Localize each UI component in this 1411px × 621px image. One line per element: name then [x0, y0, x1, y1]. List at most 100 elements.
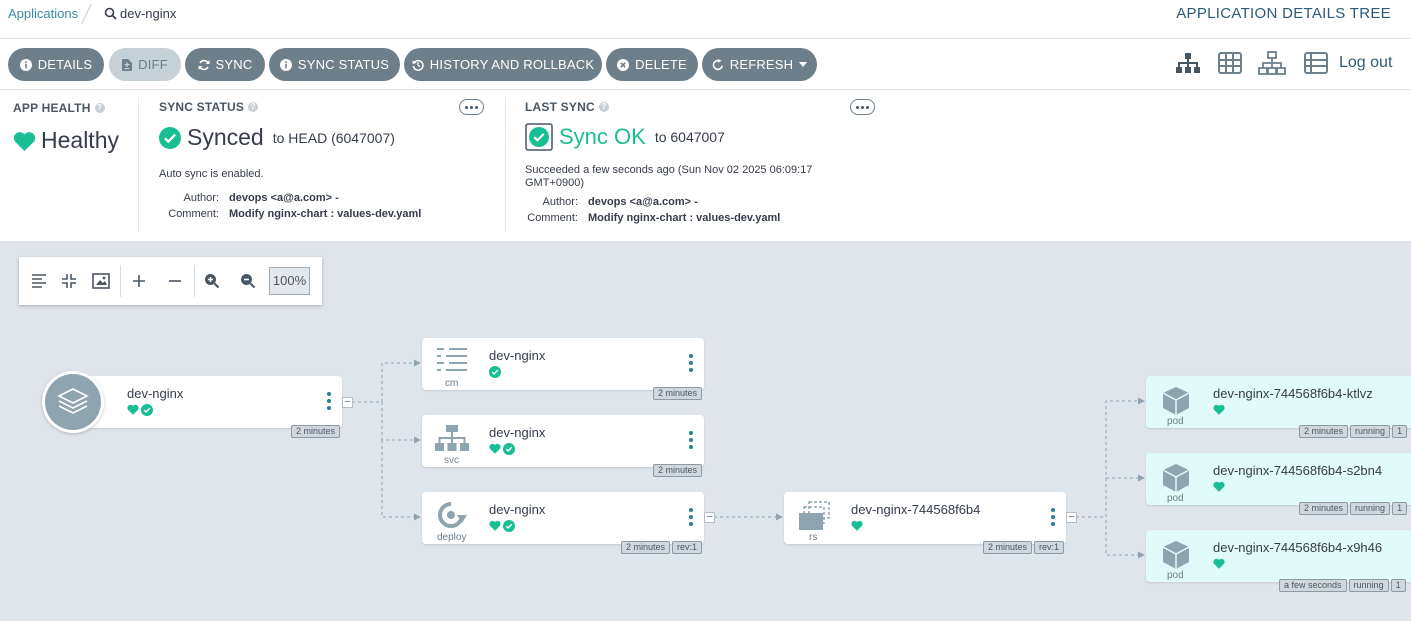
- logout-link[interactable]: Log out: [1339, 54, 1392, 72]
- collapse-icon[interactable]: [164, 270, 186, 292]
- help-icon[interactable]: ?: [248, 102, 259, 112]
- comment-value: Modify nginx-chart : values-dev.yaml: [588, 212, 781, 224]
- sync-status-button[interactable]: SYNC STATUS: [269, 48, 400, 81]
- node-status: [851, 520, 863, 531]
- node-menu-button[interactable]: [1051, 508, 1055, 526]
- check-circle-icon: [141, 404, 153, 416]
- search-icon: [104, 7, 117, 20]
- check-circle-icon: [503, 443, 515, 455]
- status-tag: running: [1350, 425, 1391, 438]
- node-menu-button[interactable]: [689, 508, 693, 526]
- info-icon: [279, 58, 292, 71]
- check-circle-icon: [489, 366, 501, 378]
- help-icon[interactable]: ?: [94, 103, 105, 113]
- list-view-icon[interactable]: [1302, 51, 1330, 77]
- history-rollback-button[interactable]: HISTORY AND ROLLBACK: [404, 48, 602, 81]
- node-tags: 2 minutes rev:1: [620, 541, 702, 554]
- last-sync-target: to 6047007: [654, 129, 725, 145]
- graph-toolbar: 100%: [19, 257, 322, 305]
- file-diff-icon: [122, 58, 133, 71]
- last-sync-value-row: Sync OK to 6047007: [525, 123, 725, 151]
- node-tags: 2 minutes running 1: [1299, 502, 1408, 515]
- node-kind: deploy: [437, 532, 467, 543]
- node-status: [1213, 481, 1225, 492]
- last-sync-more-button[interactable]: [850, 99, 875, 115]
- node-tags: 2 minutes: [290, 425, 340, 438]
- help-icon[interactable]: ?: [598, 102, 609, 112]
- breadcrumb-separator: [81, 3, 92, 25]
- node-kind: rs: [809, 532, 818, 543]
- last-sync-detail: Succeeded a few seconds ago (Sun Nov 02 …: [525, 164, 813, 189]
- zoom-level[interactable]: 100%: [269, 267, 310, 295]
- compress-icon[interactable]: [58, 270, 80, 292]
- revision-tag: rev:1: [671, 541, 702, 554]
- age-tag: 2 minutes: [620, 541, 670, 554]
- close-circle-icon: [617, 58, 630, 71]
- sync-icon: [198, 59, 210, 70]
- collapse-toggle[interactable]: –: [1066, 512, 1077, 523]
- sync-status-panel: SYNC STATUS ? Synced to HEAD (6047007) A…: [159, 90, 489, 241]
- network-view-icon[interactable]: [1258, 51, 1286, 77]
- node-kind: pod: [1167, 416, 1184, 427]
- delete-button[interactable]: DELETE: [606, 48, 698, 81]
- service-node[interactable]: svc dev-nginx 2 minutes: [422, 415, 704, 477]
- diff-button[interactable]: DIFF: [109, 48, 181, 81]
- app-health-label: APP HEALTH: [13, 101, 91, 115]
- breadcrumb-applications[interactable]: Applications: [8, 6, 78, 21]
- heart-icon: [13, 131, 36, 151]
- configmap-node[interactable]: cm dev-nginx 2 minutes: [422, 338, 704, 400]
- heart-icon: [489, 520, 501, 531]
- pods-view-icon[interactable]: [1216, 51, 1244, 77]
- collapse-toggle[interactable]: –: [342, 397, 353, 408]
- align-left-icon[interactable]: [28, 270, 50, 292]
- pod-node[interactable]: pod dev-nginx-744568f6b4-x9h46 a few sec…: [1146, 530, 1411, 592]
- sync-status-more-button[interactable]: [459, 99, 484, 115]
- replicaset-node[interactable]: rs dev-nginx-744568f6b4 2 minutes rev:1: [784, 492, 1066, 554]
- check-circle-icon: [159, 126, 181, 149]
- refresh-button[interactable]: REFRESH: [702, 48, 817, 81]
- node-kind: pod: [1167, 570, 1184, 581]
- breadcrumb-current-label: dev-nginx: [120, 6, 177, 21]
- node-kind: svc: [444, 455, 459, 466]
- breadcrumb-current: dev-nginx: [104, 6, 176, 21]
- app-health-panel: APP HEALTH ? Healthy: [13, 90, 138, 241]
- sync-status-target: to HEAD (6047007): [272, 129, 395, 146]
- app-node[interactable]: dev-nginx 2 minutes: [72, 376, 342, 438]
- last-sync-value: Sync OK: [559, 124, 646, 149]
- sync-status-value-row: Synced to HEAD (6047007): [159, 124, 395, 151]
- pod-node[interactable]: pod dev-nginx-744568f6b4-s2bn4 2 minutes…: [1146, 453, 1411, 515]
- age-tag: 2 minutes: [1299, 425, 1349, 438]
- count-tag: 1: [1390, 579, 1406, 592]
- zoom-in-icon[interactable]: [201, 270, 223, 292]
- node-tags: 2 minutes running 1: [1299, 425, 1408, 438]
- zoom-out-icon[interactable]: [237, 270, 259, 292]
- node-menu-button[interactable]: [689, 354, 693, 372]
- sync-status-comment-row: Comment: Modify nginx-chart : values-dev…: [139, 208, 421, 220]
- age-tag: 2 minutes: [652, 464, 702, 477]
- sync-status-label: SYNC STATUS: [297, 57, 390, 72]
- collapse-toggle[interactable]: –: [704, 512, 715, 523]
- details-button[interactable]: DETAILS: [8, 48, 104, 81]
- node-status: [1213, 404, 1225, 415]
- pod-node[interactable]: pod dev-nginx-744568f6b4-ktlvz 2 minutes…: [1146, 376, 1411, 438]
- node-tags: 2 minutes rev:1: [982, 541, 1064, 554]
- deployment-node[interactable]: deploy dev-nginx 2 minutes rev:1: [422, 492, 704, 554]
- last-sync-comment-row: Comment: Modify nginx-chart : values-dev…: [498, 212, 780, 224]
- check-square-icon: [525, 123, 553, 151]
- node-status: [489, 366, 501, 378]
- node-menu-button[interactable]: [689, 431, 693, 449]
- heart-icon: [489, 443, 501, 454]
- heart-icon: [1213, 558, 1225, 569]
- sync-status-panel-label: SYNC STATUS: [159, 100, 245, 114]
- app-node-icon: [42, 371, 104, 433]
- node-menu-button[interactable]: [327, 392, 331, 410]
- resource-tree-canvas[interactable]: 100% dev-nginx 2 minutes – cm dev-nginx …: [0, 241, 1411, 621]
- sync-status-author-row: Author: devops <a@a.com> -: [139, 192, 339, 204]
- tree-view-icon[interactable]: [1174, 51, 1202, 77]
- toolbar: DETAILS DIFF SYNC SYNC STATUS HISTORY AN…: [0, 39, 1411, 90]
- comment-label: Comment:: [168, 208, 219, 220]
- fit-screen-icon[interactable]: [90, 270, 112, 292]
- check-circle-icon: [503, 520, 515, 532]
- expand-icon[interactable]: [128, 270, 150, 292]
- sync-button[interactable]: SYNC: [185, 48, 265, 81]
